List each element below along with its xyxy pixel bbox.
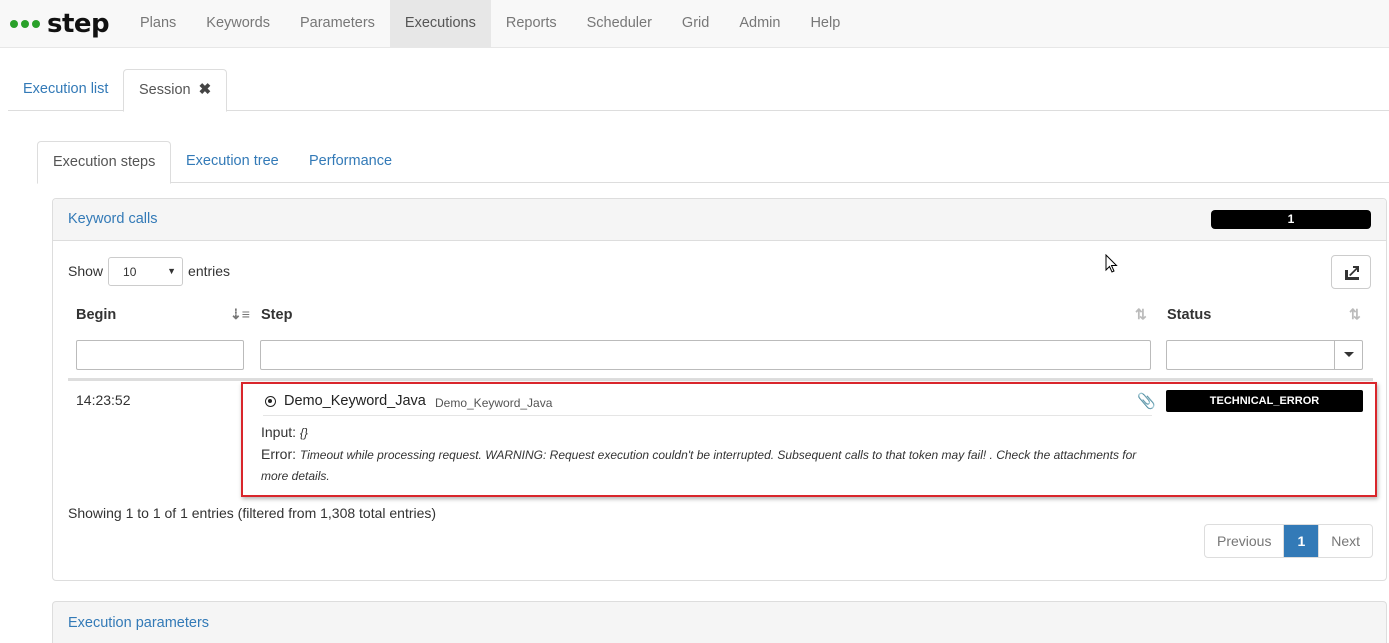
step-title-row: Demo_Keyword_Java Demo_Keyword_Java 📎 [263,392,1156,416]
entries-label: entries [188,263,231,279]
step-logo[interactable]: step [10,6,110,42]
pagination: Previous 1 Next [1204,524,1374,558]
input-value: {} [299,426,308,440]
nav-executions[interactable]: Executions [389,0,491,48]
pagination-page-1[interactable]: 1 [1284,525,1320,557]
column-header-begin[interactable]: Begin [76,307,116,323]
row-begin-time: 14:23:52 [76,392,131,408]
sort-icon[interactable]: ⇅ [1349,306,1361,323]
tab-session[interactable]: Session ✖ [123,69,228,112]
nav-keywords[interactable]: Keywords [191,0,285,48]
close-icon[interactable]: ✖ [199,81,212,98]
mouse-cursor-icon [1105,254,1118,273]
panel-heading: Keyword calls 1 [53,199,1386,241]
logo-dot-icon [21,20,29,28]
caret-down-icon [1344,352,1354,357]
tab-performance[interactable]: Performance [294,141,407,183]
column-header-step[interactable]: Step [261,307,292,323]
input-label: Input: [261,424,297,440]
sort-icon[interactable]: ⇅ [1135,306,1147,323]
outer-tabs: Execution list Session ✖ [8,69,1389,112]
tab-execution-steps[interactable]: Execution steps [37,141,172,184]
logo-dot-icon [10,20,18,28]
inner-tabs: Execution steps Execution tree Performan… [37,141,1389,184]
status-filter-dropdown[interactable] [1334,340,1363,370]
count-badge: 1 [1211,210,1371,229]
target-circle-icon [265,396,276,407]
step-filter-input[interactable] [260,340,1151,370]
table-info: Showing 1 to 1 of 1 entries (filtered fr… [68,505,437,521]
export-icon [1345,266,1359,280]
nav-parameters[interactable]: Parameters [285,0,390,48]
paperclip-icon[interactable]: 📎 [1137,392,1156,410]
keyword-calls-panel: Keyword calls 1 Show 10 ▼ entries Begin … [52,198,1387,581]
show-label: Show [68,263,104,279]
status-badge: TECHNICAL_ERROR [1166,390,1363,412]
error-text: Timeout while processing request. WARNIN… [261,448,1137,483]
pagination-next[interactable]: Next [1319,525,1372,557]
error-label: Error: [261,446,296,462]
pagination-previous[interactable]: Previous [1205,525,1285,557]
nav-help[interactable]: Help [795,0,855,48]
begin-filter-input[interactable] [76,340,244,370]
header-divider [68,378,1373,381]
top-navbar: step Plans Keywords Parameters Execution… [0,0,1389,48]
export-button[interactable] [1331,255,1371,289]
execution-parameters-title[interactable]: Execution parameters [68,615,209,631]
step-keyword: Demo_Keyword_Java [435,396,553,410]
logo-text: step [47,9,110,39]
column-header-status[interactable]: Status [1167,307,1211,323]
execution-parameters-panel: Execution parameters [52,601,1387,643]
page-length-select[interactable]: 10 ▼ [108,256,184,286]
step-error: Error: Timeout while processing request.… [261,444,1153,486]
main-nav: Plans Keywords Parameters Executions Rep… [125,0,855,48]
tab-session-label: Session [139,82,191,98]
page-length-control: Show 10 ▼ entries [68,256,230,286]
panel-title[interactable]: Keyword calls [68,211,157,227]
step-name[interactable]: Demo_Keyword_Java [284,393,426,409]
chevron-down-icon: ▼ [167,265,177,276]
nav-grid[interactable]: Grid [667,0,724,48]
nav-scheduler[interactable]: Scheduler [572,0,667,48]
nav-reports[interactable]: Reports [491,0,572,48]
step-input: Input: {} [261,424,308,440]
page-length-value: 10 [123,264,137,279]
tab-execution-tree[interactable]: Execution tree [171,141,294,183]
nav-admin[interactable]: Admin [724,0,795,48]
logo-dot-icon [32,20,40,28]
sort-desc-icon[interactable]: ⇣≡ [230,306,250,323]
tab-execution-list[interactable]: Execution list [8,69,123,111]
nav-plans[interactable]: Plans [125,0,191,48]
